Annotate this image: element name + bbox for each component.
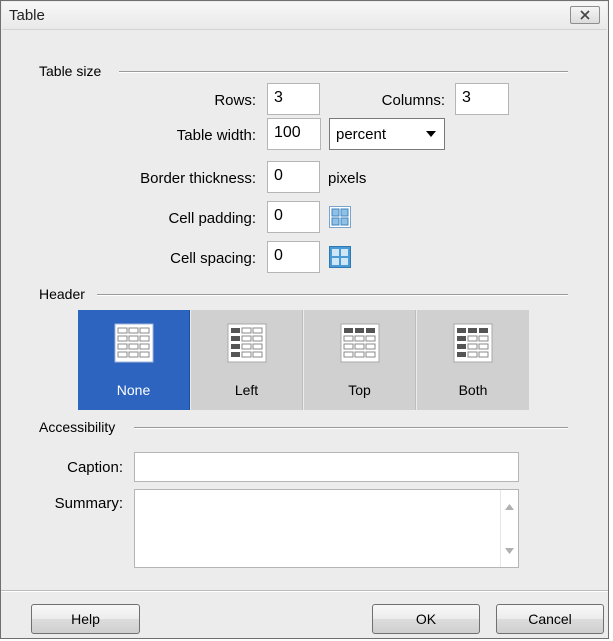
rows-label: Rows: [214,92,256,109]
chevron-down-icon [426,131,436,137]
header-heading: Header [39,286,91,302]
caption-input[interactable] [134,452,519,482]
summary-textarea[interactable] [134,489,519,568]
header-option-none[interactable]: None [78,310,190,410]
cell-spacing-icon [329,246,351,268]
cell-spacing-input[interactable]: 0 [267,241,320,273]
table-dialog: Table Table size Rows: 3 Columns: 3 Tabl… [0,0,609,639]
table-top-header-icon [340,323,380,363]
header-option-label: None [116,382,151,398]
table-width-input[interactable]: 100 [267,118,321,150]
header-option-left[interactable]: Left [191,310,303,410]
scroll-down-icon[interactable] [505,548,514,554]
accessibility-heading: Accessibility [39,419,122,435]
caption-label: Caption: [67,459,123,476]
header-option-top[interactable]: Top [304,310,416,410]
cell-padding-icon [329,206,351,228]
summary-label: Summary: [54,495,123,512]
cell-spacing-label: Cell spacing: [170,250,256,267]
cell-padding-label: Cell padding: [168,210,256,227]
accessibility-divider [134,427,568,429]
header-option-both[interactable]: Both [417,310,529,410]
header-option-label: Top [348,382,371,398]
header-options: None Left Top Both [78,310,529,410]
border-unit-label: pixels [328,170,367,187]
summary-scrollbar[interactable] [500,490,518,567]
dialog-title: Table [9,7,45,24]
cancel-button[interactable]: Cancel [496,604,604,634]
border-thickness-label: Border thickness: [140,170,256,187]
header-divider [97,294,568,296]
header-option-label: Both [458,382,488,398]
columns-input[interactable]: 3 [455,83,509,115]
header-option-label: Left [234,382,259,398]
cell-padding-input[interactable]: 0 [267,201,320,233]
scroll-up-icon[interactable] [505,504,514,510]
table-no-header-icon [114,323,154,363]
width-unit-select[interactable]: percent [329,118,445,150]
footer-divider [1,590,608,592]
close-button[interactable] [570,6,600,24]
table-both-header-icon [453,323,493,363]
title-bar: Table [2,2,607,30]
width-unit-value: percent [336,126,387,143]
border-thickness-input[interactable]: 0 [267,161,320,193]
columns-label: Columns: [381,92,445,109]
ok-button[interactable]: OK [372,604,480,634]
rows-input[interactable]: 3 [267,83,320,115]
table-width-label: Table width: [176,127,256,144]
table-size-heading: Table size [39,63,108,79]
table-size-divider [119,71,568,73]
close-icon [580,10,590,20]
table-left-header-icon [227,323,267,363]
help-button[interactable]: Help [31,604,140,634]
